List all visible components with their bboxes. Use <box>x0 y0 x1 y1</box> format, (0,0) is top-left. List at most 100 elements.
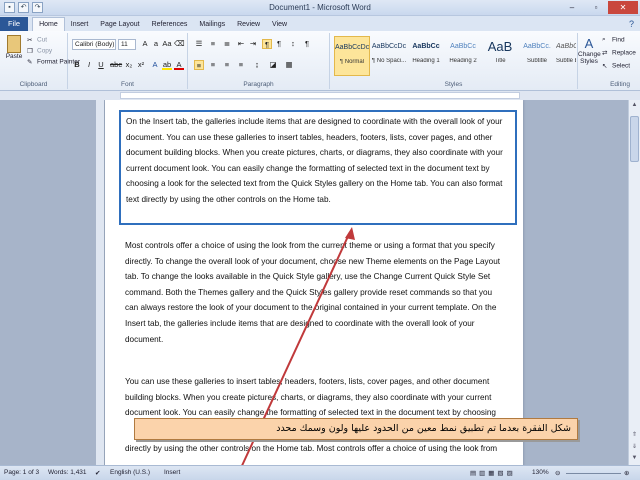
line-spacing-icon[interactable]: ↨ <box>252 60 262 70</box>
styles-group: AaBbCcDc ¶ Normal AaBbCcDc ¶ No Spaci... A… <box>330 33 578 89</box>
paragraph-3[interactable]: You can use these galleries to insert ta… <box>125 374 505 421</box>
font-color-icon[interactable]: A <box>174 60 184 70</box>
change-styles-button[interactable]: A Change Styles <box>578 36 601 66</box>
subscript-icon[interactable]: x₂ <box>124 60 134 70</box>
replace-button[interactable]: ⇄ Replace <box>602 49 636 57</box>
copy-icon: ❐ <box>27 48 33 55</box>
language-indicator[interactable]: English (U.S.) <box>110 469 150 476</box>
document-area: On the Insert tab, the galleries include… <box>0 100 628 465</box>
status-bar: Page: 1 of 3 Words: 1,431 ✔ English (U.S… <box>0 465 640 480</box>
vertical-ruler[interactable] <box>96 100 104 465</box>
justify-icon[interactable]: ≡ <box>236 60 246 70</box>
title-bar: ▪ ↶ ↷ Document1 - Microsoft Word – ▫ ✕ <box>0 0 640 16</box>
zoom-slider[interactable] <box>566 473 621 474</box>
font-group: Calibri (Body) 11 A a Aa ⌫ B I U abc x₂ … <box>68 33 188 89</box>
italic-icon[interactable]: I <box>84 60 94 70</box>
window-title: Document1 - Microsoft Word <box>269 3 371 12</box>
tab-page-layout[interactable]: Page Layout <box>94 18 145 31</box>
rtl-direction-icon[interactable]: ¶ <box>274 39 284 49</box>
proofing-icon[interactable]: ✔ <box>95 469 100 477</box>
style-title[interactable]: AaB Title <box>482 36 518 76</box>
bordered-paragraph[interactable]: On the Insert tab, the galleries include… <box>119 110 517 225</box>
replace-icon: ⇄ <box>602 50 608 57</box>
help-icon[interactable]: ? <box>629 17 634 31</box>
font-size-select[interactable]: 11 <box>118 39 136 50</box>
binoculars-icon: ⌕ <box>602 36 606 43</box>
numbering-icon[interactable]: ≡ <box>208 39 218 49</box>
tab-file[interactable]: File <box>0 17 29 31</box>
sort-icon[interactable]: ↕ <box>288 39 298 49</box>
annotation-caption: شكل الفقرة بعدما تم تطبيق نمط معين من ال… <box>134 418 578 440</box>
shading-icon[interactable]: ◪ <box>268 60 278 70</box>
ribbon: Paste ✂ Cut ❐ Copy ✎ Format Painter Clipboa… <box>0 31 640 91</box>
strikethrough-icon[interactable]: abc <box>110 60 122 70</box>
tab-review[interactable]: Review <box>231 18 266 31</box>
tab-insert[interactable]: Insert <box>65 18 95 31</box>
cut-button[interactable]: ✂ Cut <box>27 36 47 44</box>
paragraph-group: ☰ ≡ ≣ ⇤ ⇥ ¶ ¶ ↕ ¶ ≡ ≡ ≡ ≡ ↨ ◪ ▦ Paragrap… <box>188 33 330 89</box>
document-page[interactable]: On the Insert tab, the galleries include… <box>105 100 523 465</box>
increase-indent-icon[interactable]: ⇥ <box>248 39 258 49</box>
align-left-icon[interactable]: ≡ <box>194 60 204 70</box>
scroll-up-icon[interactable]: ▲ <box>629 100 640 111</box>
close-button[interactable]: ✕ <box>608 1 638 14</box>
style-subtle-emphasis[interactable]: AaBbCcDcSubtle Em... <box>556 36 576 76</box>
bold-icon[interactable]: B <box>72 60 82 70</box>
multilevel-list-icon[interactable]: ≣ <box>222 39 232 49</box>
clipboard-group: Paste ✂ Cut ❐ Copy ✎ Format Painter Clipboa… <box>0 33 80 89</box>
paragraph-2[interactable]: Most controls offer a choice of using th… <box>125 238 505 347</box>
paragraph-4[interactable]: directly by using the other controls on … <box>125 441 505 457</box>
view-buttons[interactable]: ▤▥▦▧▨ <box>470 469 516 477</box>
minimize-button[interactable]: – <box>560 1 584 14</box>
next-page-icon[interactable]: ⇓ <box>629 442 640 453</box>
shrink-font-icon[interactable]: a <box>151 39 161 49</box>
zoom-out-icon[interactable]: ⊖ <box>555 469 560 477</box>
font-family-select[interactable]: Calibri (Body) <box>72 39 116 50</box>
ltr-direction-icon[interactable]: ¶ <box>262 39 272 49</box>
insert-mode[interactable]: Insert <box>164 469 180 476</box>
find-button[interactable]: ⌕ Find <box>602 36 625 44</box>
clipboard-icon <box>7 35 21 53</box>
scroll-down-icon[interactable]: ▼ <box>629 453 640 464</box>
style-normal[interactable]: AaBbCcDc ¶ Normal <box>334 36 370 76</box>
ribbon-tabs: File Home Insert Page Layout References … <box>0 16 640 31</box>
scroll-thumb[interactable] <box>630 116 639 162</box>
style-subtitle[interactable]: AaBbCc. Subtitle <box>519 36 555 76</box>
style-no-spacing[interactable]: AaBbCcDc ¶ No Spaci... <box>371 36 407 76</box>
zoom-level[interactable]: 130% <box>532 469 549 476</box>
grow-font-icon[interactable]: A <box>140 39 150 49</box>
style-heading-2[interactable]: AaBbCc Heading 2 <box>445 36 481 76</box>
underline-icon[interactable]: U <box>96 60 106 70</box>
borders-icon[interactable]: ▦ <box>284 60 294 70</box>
prev-page-icon[interactable]: ⇑ <box>629 430 640 441</box>
show-marks-icon[interactable]: ¶ <box>302 39 312 49</box>
align-right-icon[interactable]: ≡ <box>222 60 232 70</box>
change-case-icon[interactable]: Aa <box>162 39 172 49</box>
vertical-scrollbar[interactable]: ▲ ⇑ ⇓ ▼ <box>628 100 640 465</box>
clear-formatting-icon[interactable]: ⌫ <box>174 39 185 49</box>
bullets-icon[interactable]: ☰ <box>194 39 204 49</box>
brush-icon: ✎ <box>27 59 33 66</box>
text-effects-icon[interactable]: A <box>150 60 160 70</box>
style-heading-1[interactable]: AaBbCc Heading 1 <box>408 36 444 76</box>
superscript-icon[interactable]: x² <box>136 60 146 70</box>
tab-references[interactable]: References <box>146 18 194 31</box>
maximize-button[interactable]: ▫ <box>584 1 608 14</box>
decrease-indent-icon[interactable]: ⇤ <box>236 39 246 49</box>
cursor-icon: ↖ <box>602 63 608 70</box>
scissors-icon: ✂ <box>27 37 33 44</box>
copy-button[interactable]: ❐ Copy <box>27 47 52 55</box>
tab-view[interactable]: View <box>266 18 293 31</box>
select-button[interactable]: ↖ Select <box>602 62 630 70</box>
align-center-icon[interactable]: ≡ <box>208 60 218 70</box>
word-count[interactable]: Words: 1,431 <box>48 469 87 476</box>
change-styles-icon: A <box>584 36 594 51</box>
horizontal-ruler[interactable] <box>0 91 640 100</box>
editing-group: ⌕ Find ⇄ Replace ↖ Select Editing <box>602 36 636 88</box>
tab-mailings[interactable]: Mailings <box>193 18 231 31</box>
highlight-icon[interactable]: ab <box>162 60 172 70</box>
zoom-in-icon[interactable]: ⊕ <box>624 469 629 477</box>
paste-button[interactable]: Paste <box>3 35 25 60</box>
tab-home[interactable]: Home <box>32 17 65 31</box>
page-count[interactable]: Page: 1 of 3 <box>4 469 39 476</box>
